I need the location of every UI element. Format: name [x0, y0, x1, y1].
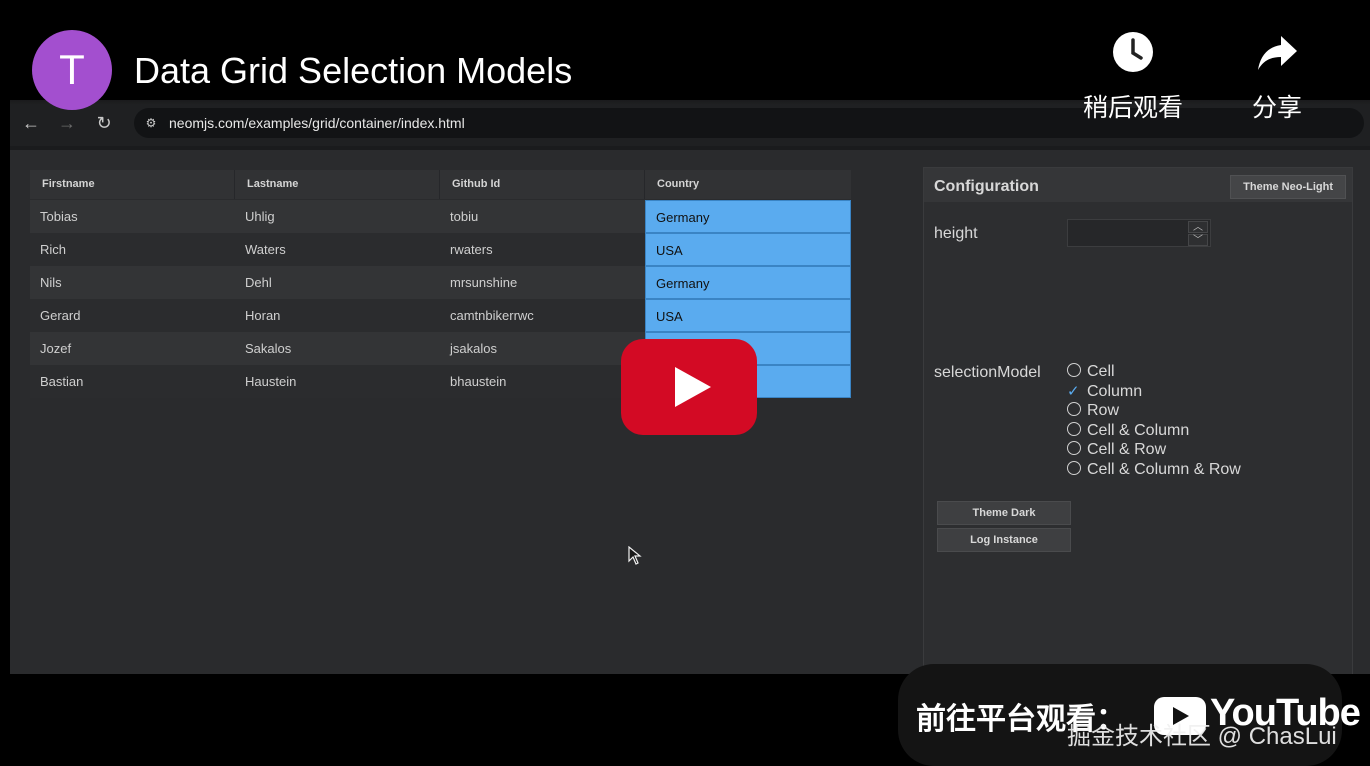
watch-later-button[interactable]: 稍后观看: [1068, 30, 1198, 124]
mouse-cursor-icon: [628, 546, 642, 565]
video-frame: ← → ↻ ⚙ neomjs.com/examples/grid/contain…: [0, 0, 1370, 766]
chevron-down-icon[interactable]: ﹀: [1188, 234, 1208, 246]
reload-icon[interactable]: ↻: [93, 112, 115, 134]
grid-header: Firstname Lastname Github Id Country: [30, 170, 851, 199]
radio-option[interactable]: Cell & Column & Row: [1067, 460, 1241, 480]
radio-option[interactable]: Cell & Column: [1067, 421, 1189, 441]
height-number-field[interactable]: ︿ ﹀: [1067, 219, 1211, 247]
column-header-github-id[interactable]: Github Id: [440, 170, 645, 199]
share-arrow-icon: [1258, 36, 1297, 70]
play-icon: [675, 367, 711, 407]
configuration-panel: Configuration Theme Neo-Light height ︿ ﹀…: [923, 167, 1353, 676]
column-header-country[interactable]: Country: [645, 170, 851, 199]
radio-option[interactable]: ✓ Column: [1067, 382, 1142, 402]
table-row[interactable]: Rich Waters rwaters USA: [30, 233, 851, 266]
cell-country[interactable]: Germany: [645, 266, 851, 299]
check-icon: ✓: [1067, 382, 1080, 400]
radio-circle-icon: [1067, 363, 1081, 377]
channel-avatar[interactable]: T: [32, 30, 112, 110]
radio-option[interactable]: Row: [1067, 401, 1119, 421]
radio-option[interactable]: Cell & Row: [1067, 440, 1166, 460]
height-label: height: [934, 225, 978, 242]
cell-github-id[interactable]: rwaters: [440, 233, 645, 266]
column-header-firstname[interactable]: Firstname: [30, 170, 235, 199]
radio-option-label: Row: [1087, 402, 1120, 420]
arrow-right-icon[interactable]: →: [56, 112, 78, 134]
table-row[interactable]: Tobias Uhlig tobiu Germany: [30, 200, 851, 233]
cell-country[interactable]: USA: [645, 233, 851, 266]
clock-icon: [1113, 32, 1153, 72]
divider: [10, 146, 1370, 150]
cell-firstname[interactable]: Nils: [30, 266, 235, 299]
cell-firstname[interactable]: Gerard: [30, 299, 235, 332]
share-button[interactable]: 分享: [1212, 30, 1342, 124]
cell-lastname[interactable]: Sakalos: [235, 332, 440, 365]
cell-github-id[interactable]: camtnbikerrwc: [440, 299, 645, 332]
cell-firstname[interactable]: Jozef: [30, 332, 235, 365]
cell-lastname[interactable]: Dehl: [235, 266, 440, 299]
cell-country[interactable]: Germany: [645, 200, 851, 233]
radio-option-label: Column: [1087, 382, 1143, 400]
cell-lastname[interactable]: Horan: [235, 299, 440, 332]
chevron-up-icon[interactable]: ︿: [1188, 221, 1208, 233]
configuration-header: Configuration Theme Neo-Light: [924, 168, 1352, 202]
radio-circle-icon: [1067, 441, 1081, 456]
theme-neo-light-button[interactable]: Theme Neo-Light: [1230, 175, 1346, 199]
tune-icon[interactable]: ⚙: [142, 114, 160, 132]
cell-lastname[interactable]: Haustein: [235, 365, 440, 398]
theme-dark-button[interactable]: Theme Dark: [937, 501, 1071, 525]
cell-firstname[interactable]: Bastian: [30, 365, 235, 398]
cell-country[interactable]: USA: [645, 299, 851, 332]
cell-lastname[interactable]: Uhlig: [235, 200, 440, 233]
cell-firstname[interactable]: Rich: [30, 233, 235, 266]
video-title[interactable]: Data Grid Selection Models: [134, 50, 572, 92]
table-row[interactable]: Nils Dehl mrsunshine Germany: [30, 266, 851, 299]
watch-later-label: 稍后观看: [1082, 94, 1183, 122]
radio-option-label: Cell & Row: [1087, 441, 1167, 459]
cell-firstname[interactable]: Tobias: [30, 200, 235, 233]
cell-github-id[interactable]: mrsunshine: [440, 266, 645, 299]
play-button[interactable]: [621, 339, 757, 435]
cell-github-id[interactable]: bhaustein: [440, 365, 645, 398]
radio-circle-icon: [1067, 461, 1081, 475]
cell-github-id[interactable]: tobiu: [440, 200, 645, 233]
selection-model-label: selectionModel: [934, 364, 1041, 381]
radio-option-label: Cell & Column & Row: [1087, 461, 1241, 478]
radio-circle-icon: [1067, 402, 1081, 417]
radio-option-label: Cell: [1087, 363, 1115, 380]
url-text: neomjs.com/examples/grid/container/index…: [169, 115, 465, 131]
cell-lastname[interactable]: Waters: [235, 233, 440, 266]
watermark: 掘金技术社区 @ ChasLui: [1067, 723, 1337, 750]
table-row[interactable]: Gerard Horan camtnbikerrwc USA: [30, 299, 851, 332]
radio-option-label: Cell & Column: [1087, 421, 1190, 439]
configuration-title: Configuration: [934, 178, 1039, 195]
radio-option[interactable]: Cell: [1067, 362, 1115, 382]
log-instance-button[interactable]: Log Instance: [937, 528, 1071, 552]
arrow-left-icon[interactable]: ←: [20, 112, 42, 134]
share-label: 分享: [1251, 94, 1302, 122]
column-header-lastname[interactable]: Lastname: [235, 170, 440, 199]
cell-github-id[interactable]: jsakalos: [440, 332, 645, 365]
radio-circle-icon: [1067, 421, 1081, 436]
